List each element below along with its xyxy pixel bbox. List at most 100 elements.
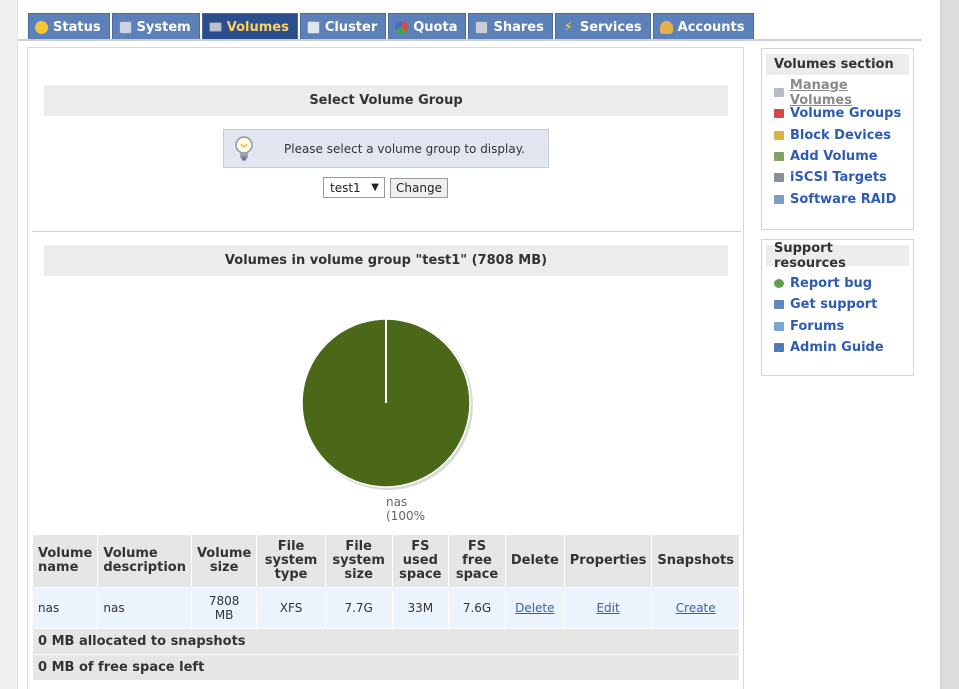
snapshots-summary-row: 0 MB allocated to snapshots	[33, 629, 739, 654]
tab-services-label: Services	[579, 19, 642, 35]
snapshots-allocated-text: 0 MB allocated to snapshots	[33, 629, 739, 654]
sidebar-item-label[interactable]: Admin Guide	[790, 340, 884, 355]
tab-volumes[interactable]: Volumes	[201, 13, 298, 40]
volumes-section-menu: Manage Volumes Volume Groups Block Devic…	[762, 75, 913, 210]
section-divider	[32, 231, 741, 232]
pie-chart-svg	[301, 318, 473, 490]
volumes-section-box: Volumes section Manage Volumes Volume Gr…	[761, 48, 914, 230]
info-message-text: Please select a volume group to display.	[284, 141, 525, 156]
support-resources-menu: Report bug Get support Forums Admin Guid…	[762, 266, 913, 358]
sidebar-item-label[interactable]: Add Volume	[790, 149, 878, 164]
sidebar-item-block-devices[interactable]: Block Devices	[774, 125, 913, 146]
col-properties: Properties	[564, 535, 652, 587]
window-scrollbar[interactable]	[940, 0, 959, 689]
cluster-icon	[306, 20, 320, 34]
tab-system[interactable]: System	[111, 13, 200, 40]
shares-icon	[475, 20, 489, 34]
delete-volume-link[interactable]: Delete	[515, 601, 554, 615]
main-tab-bar: Status System Volumes Cluster Quota Shar…	[28, 13, 754, 40]
support-resources-title: Support resources	[766, 241, 909, 271]
change-button[interactable]: Change	[390, 178, 448, 198]
cell-snapshots: Create	[652, 588, 739, 628]
bug-icon	[774, 279, 784, 289]
info-message-box: Please select a volume group to display.	[223, 129, 549, 168]
tab-status[interactable]: Status	[28, 13, 110, 40]
tab-cluster[interactable]: Cluster	[299, 13, 387, 40]
volumes-in-group-header: Volumes in volume group "test1" (7808 MB…	[44, 245, 728, 276]
iscsi-targets-icon	[774, 173, 784, 183]
pie-slice-label: nas (100%	[386, 495, 425, 523]
sidebar-item-iscsi-targets[interactable]: iSCSI Targets	[774, 167, 913, 188]
tab-quota[interactable]: Quota	[388, 13, 467, 40]
sidebar-item-label[interactable]: Software RAID	[790, 192, 896, 207]
pie-slice-percent: (100%	[386, 509, 425, 523]
cell-volume-size: 7808 MB	[191, 588, 257, 628]
create-snapshot-link[interactable]: Create	[676, 601, 716, 615]
free-space-text: 0 MB of free space left	[33, 655, 739, 680]
sidebar-item-volume-groups[interactable]: Volume Groups	[774, 103, 913, 124]
sidebar-item-forums[interactable]: Forums	[774, 316, 913, 337]
sidebar-item-report-bug[interactable]: Report bug	[774, 273, 913, 294]
software-raid-icon	[774, 194, 784, 204]
tab-shares[interactable]: Shares	[468, 13, 553, 40]
tab-bar-underline	[18, 39, 922, 41]
volume-group-select-value: test1	[330, 180, 361, 195]
select-volume-group-header: Select Volume Group	[44, 85, 728, 116]
tab-accounts-label: Accounts	[677, 19, 745, 35]
sidebar-item-label[interactable]: Volume Groups	[790, 106, 901, 121]
sidebar-item-label[interactable]: Block Devices	[790, 128, 891, 143]
tab-accounts[interactable]: Accounts	[652, 13, 754, 40]
support-resources-box: Support resources Report bug Get support…	[761, 239, 914, 376]
cell-volume-name: nas	[33, 588, 98, 628]
volume-group-select[interactable]: test1 ▼	[323, 177, 385, 198]
tab-shares-label: Shares	[493, 19, 544, 35]
cell-fs-type: XFS	[257, 588, 325, 628]
tab-cluster-label: Cluster	[324, 19, 378, 35]
sidebar-item-add-volume[interactable]: Add Volume	[774, 146, 913, 167]
tab-status-label: Status	[53, 19, 101, 35]
block-devices-icon	[774, 130, 784, 140]
tab-quota-label: Quota	[413, 19, 458, 35]
volumes-section-title: Volumes section	[766, 54, 909, 75]
cell-fs-used: 33M	[392, 588, 449, 628]
sidebar-item-label[interactable]: Forums	[790, 319, 844, 334]
sidebar-item-label[interactable]: iSCSI Targets	[790, 170, 887, 185]
chevron-down-icon: ▼	[371, 182, 379, 193]
col-fs-used: FS used space	[392, 535, 449, 587]
volume-pie-chart	[298, 315, 474, 491]
sidebar-item-get-support[interactable]: Get support	[774, 294, 913, 315]
volumes-icon	[208, 22, 222, 32]
sidebar-item-software-raid[interactable]: Software RAID	[774, 188, 913, 209]
sidebar-item-label[interactable]: Manage Volumes	[790, 78, 913, 108]
col-volume-name: Volume name	[33, 535, 98, 587]
col-snapshots: Snapshots	[652, 535, 739, 587]
tab-services[interactable]: ⚡ Services	[554, 13, 651, 40]
cell-properties: Edit	[564, 588, 652, 628]
table-header-row: Volume name Volume description Volume si…	[33, 535, 739, 587]
support-icon	[774, 300, 784, 310]
sidebar-item-label[interactable]: Get support	[790, 297, 877, 312]
cell-delete: Delete	[505, 588, 564, 628]
table-row: nas nas 7808 MB XFS 7.7G 33M 7.6G Delete…	[33, 588, 739, 628]
main-content-panel: Select Volume Group Please select a volu…	[27, 47, 744, 689]
left-margin	[0, 0, 18, 689]
lightbulb-icon	[224, 130, 264, 167]
sidebar-item-manage-volumes[interactable]: Manage Volumes	[774, 78, 913, 108]
services-icon: ⚡	[563, 19, 573, 35]
manage-volumes-icon	[774, 88, 784, 98]
volume-groups-icon	[774, 109, 784, 119]
system-icon	[118, 20, 132, 34]
col-fs-free: FS free space	[449, 535, 505, 587]
status-icon	[35, 20, 48, 34]
tab-system-label: System	[136, 19, 191, 35]
guide-icon	[774, 343, 784, 353]
col-fs-size: File system size	[325, 535, 392, 587]
edit-volume-link[interactable]: Edit	[596, 601, 619, 615]
sidebar-item-admin-guide[interactable]: Admin Guide	[774, 337, 913, 358]
sidebar-item-label[interactable]: Report bug	[790, 276, 872, 291]
forums-icon	[774, 321, 784, 331]
col-delete: Delete	[505, 535, 564, 587]
cell-volume-description: nas	[98, 588, 191, 628]
col-volume-description: Volume description	[98, 535, 191, 587]
pie-slice-name: nas	[386, 495, 408, 509]
